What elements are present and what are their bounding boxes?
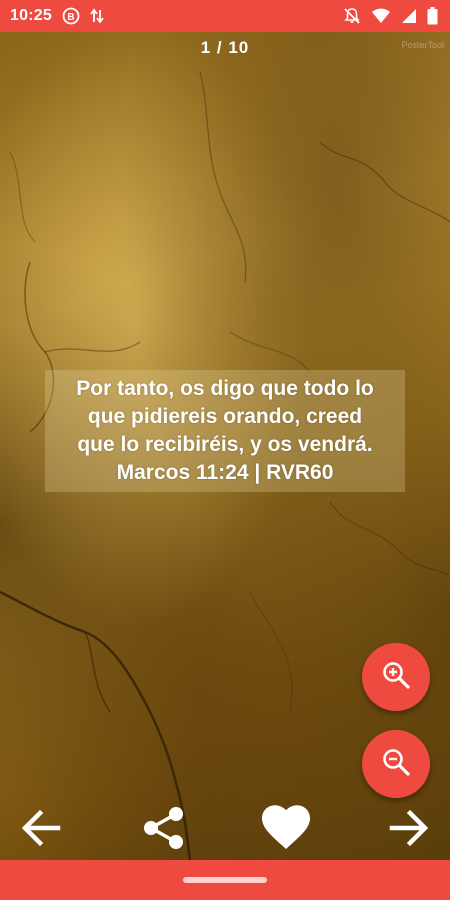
arrow-right-icon [388, 807, 430, 854]
previous-button[interactable] [16, 805, 66, 855]
page-counter: 1 / 10 [200, 38, 250, 57]
wifi-icon [371, 8, 391, 24]
watermark: PosterTool [401, 40, 444, 50]
verse-line: que pidiereis orando, creed [87, 405, 363, 428]
heart-icon [261, 804, 311, 856]
verse-card: Por tanto, os digo que todo lo que pidie… [45, 370, 405, 492]
home-gesture-handle[interactable] [183, 877, 267, 883]
status-bar: 10:25 B [0, 0, 450, 32]
system-navigation-bar [0, 860, 450, 900]
status-right [343, 7, 438, 25]
battery-icon [427, 7, 438, 25]
data-transfer-icon [90, 8, 104, 24]
b-notification-icon: B [62, 7, 80, 25]
verse-reference: Marcos 11:24 | RVR60 [116, 461, 334, 484]
zoom-in-icon [381, 660, 411, 695]
zoom-out-icon [381, 747, 411, 782]
svg-text:B: B [67, 12, 74, 23]
bottom-action-bar [0, 800, 450, 860]
verse-line: Por tanto, os digo que todo lo [76, 377, 374, 400]
share-button[interactable] [139, 805, 189, 855]
verse-line: que lo recibiréis, y os vendrá. [77, 433, 373, 456]
favorite-button[interactable] [261, 804, 311, 856]
next-button[interactable] [384, 805, 434, 855]
signal-icon [401, 8, 417, 24]
share-icon [141, 805, 187, 856]
status-time: 10:25 [10, 7, 52, 24]
verse-viewer-screen: 10:25 B 1 / 10 PosterTool Por tanto, os … [0, 0, 450, 900]
arrow-left-icon [20, 807, 62, 854]
zoom-out-button[interactable] [362, 730, 430, 798]
zoom-in-button[interactable] [362, 643, 430, 711]
mute-icon [343, 7, 361, 25]
status-left: 10:25 B [10, 7, 104, 25]
